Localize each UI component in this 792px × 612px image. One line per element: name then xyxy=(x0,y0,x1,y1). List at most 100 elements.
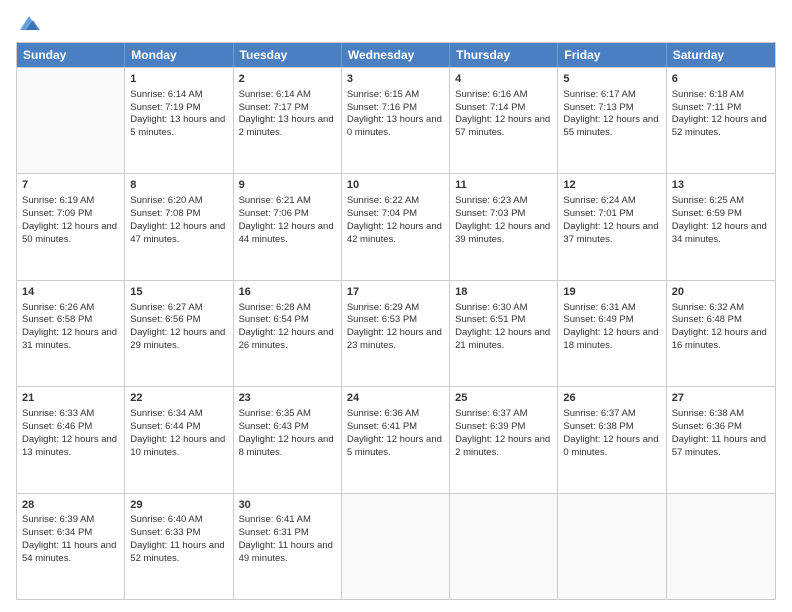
sunset-text: Sunset: 6:44 PM xyxy=(130,421,227,434)
sunrise-text: Sunrise: 6:32 AM xyxy=(672,302,770,315)
header-cell-sunday: Sunday xyxy=(17,43,125,67)
empty-cell xyxy=(558,494,666,599)
day-number: 11 xyxy=(455,178,552,193)
day-cell-21: 21Sunrise: 6:33 AMSunset: 6:46 PMDayligh… xyxy=(17,387,125,492)
day-cell-3: 3Sunrise: 6:15 AMSunset: 7:16 PMDaylight… xyxy=(342,68,450,173)
sunrise-text: Sunrise: 6:21 AM xyxy=(239,195,336,208)
day-cell-11: 11Sunrise: 6:23 AMSunset: 7:03 PMDayligh… xyxy=(450,174,558,279)
day-number: 20 xyxy=(672,285,770,300)
sunset-text: Sunset: 7:04 PM xyxy=(347,208,444,221)
empty-cell xyxy=(667,494,775,599)
daylight-text: Daylight: 12 hours and 23 minutes. xyxy=(347,327,444,353)
day-cell-24: 24Sunrise: 6:36 AMSunset: 6:41 PMDayligh… xyxy=(342,387,450,492)
calendar-header: SundayMondayTuesdayWednesdayThursdayFrid… xyxy=(17,43,775,67)
sunrise-text: Sunrise: 6:15 AM xyxy=(347,89,444,102)
sunrise-text: Sunrise: 6:30 AM xyxy=(455,302,552,315)
day-number: 10 xyxy=(347,178,444,193)
daylight-text: Daylight: 12 hours and 52 minutes. xyxy=(672,114,770,140)
sunrise-text: Sunrise: 6:22 AM xyxy=(347,195,444,208)
daylight-text: Daylight: 12 hours and 13 minutes. xyxy=(22,434,119,460)
daylight-text: Daylight: 11 hours and 49 minutes. xyxy=(239,540,336,566)
daylight-text: Daylight: 13 hours and 0 minutes. xyxy=(347,114,444,140)
daylight-text: Daylight: 12 hours and 34 minutes. xyxy=(672,221,770,247)
day-number: 18 xyxy=(455,285,552,300)
day-number: 12 xyxy=(563,178,660,193)
sunset-text: Sunset: 7:09 PM xyxy=(22,208,119,221)
sunset-text: Sunset: 7:03 PM xyxy=(455,208,552,221)
sunrise-text: Sunrise: 6:39 AM xyxy=(22,514,119,527)
sunset-text: Sunset: 7:14 PM xyxy=(455,102,552,115)
header-cell-friday: Friday xyxy=(558,43,666,67)
sunset-text: Sunset: 7:16 PM xyxy=(347,102,444,115)
day-number: 30 xyxy=(239,498,336,513)
day-number: 25 xyxy=(455,391,552,406)
sunrise-text: Sunrise: 6:38 AM xyxy=(672,408,770,421)
sunset-text: Sunset: 6:48 PM xyxy=(672,314,770,327)
day-number: 4 xyxy=(455,72,552,87)
sunrise-text: Sunrise: 6:25 AM xyxy=(672,195,770,208)
day-cell-8: 8Sunrise: 6:20 AMSunset: 7:08 PMDaylight… xyxy=(125,174,233,279)
empty-cell xyxy=(450,494,558,599)
day-cell-29: 29Sunrise: 6:40 AMSunset: 6:33 PMDayligh… xyxy=(125,494,233,599)
sunset-text: Sunset: 7:13 PM xyxy=(563,102,660,115)
sunset-text: Sunset: 6:41 PM xyxy=(347,421,444,434)
sunrise-text: Sunrise: 6:29 AM xyxy=(347,302,444,315)
sunrise-text: Sunrise: 6:41 AM xyxy=(239,514,336,527)
sunrise-text: Sunrise: 6:19 AM xyxy=(22,195,119,208)
day-cell-5: 5Sunrise: 6:17 AMSunset: 7:13 PMDaylight… xyxy=(558,68,666,173)
sunrise-text: Sunrise: 6:40 AM xyxy=(130,514,227,527)
sunset-text: Sunset: 6:51 PM xyxy=(455,314,552,327)
daylight-text: Daylight: 12 hours and 44 minutes. xyxy=(239,221,336,247)
day-number: 17 xyxy=(347,285,444,300)
day-cell-10: 10 Sunrise: 6:22 AMSunset: 7:04 PMDayligh… xyxy=(342,174,450,279)
daylight-text: Daylight: 12 hours and 26 minutes. xyxy=(239,327,336,353)
week-row-2: 7Sunrise: 6:19 AMSunset: 7:09 PMDaylight… xyxy=(17,173,775,279)
day-cell-13: 13Sunrise: 6:25 AMSunset: 6:59 PMDayligh… xyxy=(667,174,775,279)
daylight-text: Daylight: 12 hours and 29 minutes. xyxy=(130,327,227,353)
calendar: SundayMondayTuesdayWednesdayThursdayFrid… xyxy=(16,42,776,600)
daylight-text: Daylight: 12 hours and 42 minutes. xyxy=(347,221,444,247)
header-cell-saturday: Saturday xyxy=(667,43,775,67)
day-cell-4: 4Sunrise: 6:16 AMSunset: 7:14 PMDaylight… xyxy=(450,68,558,173)
sunset-text: Sunset: 7:17 PM xyxy=(239,102,336,115)
day-cell-16: 16Sunrise: 6:28 AMSunset: 6:54 PMDayligh… xyxy=(234,281,342,386)
header-cell-wednesday: Wednesday xyxy=(342,43,450,67)
sunrise-text: Sunrise: 6:17 AM xyxy=(563,89,660,102)
day-number: 22 xyxy=(130,391,227,406)
day-number: 26 xyxy=(563,391,660,406)
sunset-text: Sunset: 6:33 PM xyxy=(130,527,227,540)
day-cell-2: 2Sunrise: 6:14 AMSunset: 7:17 PMDaylight… xyxy=(234,68,342,173)
day-cell-30: 30Sunrise: 6:41 AMSunset: 6:31 PMDayligh… xyxy=(234,494,342,599)
sunset-text: Sunset: 7:19 PM xyxy=(130,102,227,115)
daylight-text: Daylight: 11 hours and 54 minutes. xyxy=(22,540,119,566)
daylight-text: Daylight: 12 hours and 50 minutes. xyxy=(22,221,119,247)
sunset-text: Sunset: 6:54 PM xyxy=(239,314,336,327)
day-number: 6 xyxy=(672,72,770,87)
daylight-text: Daylight: 12 hours and 47 minutes. xyxy=(130,221,227,247)
sunrise-text: Sunrise: 6:20 AM xyxy=(130,195,227,208)
page: SundayMondayTuesdayWednesdayThursdayFrid… xyxy=(0,0,792,612)
sunset-text: Sunset: 7:06 PM xyxy=(239,208,336,221)
logo xyxy=(16,12,40,34)
week-row-3: 14Sunrise: 6:26 AMSunset: 6:58 PMDayligh… xyxy=(17,280,775,386)
day-number: 7 xyxy=(22,178,119,193)
sunset-text: Sunset: 6:43 PM xyxy=(239,421,336,434)
sunset-text: Sunset: 6:56 PM xyxy=(130,314,227,327)
day-number: 8 xyxy=(130,178,227,193)
sunrise-text: Sunrise: 6:16 AM xyxy=(455,89,552,102)
sunrise-text: Sunrise: 6:34 AM xyxy=(130,408,227,421)
daylight-text: Daylight: 11 hours and 57 minutes. xyxy=(672,434,770,460)
sunrise-text: Sunrise: 6:27 AM xyxy=(130,302,227,315)
daylight-text: Daylight: 12 hours and 21 minutes. xyxy=(455,327,552,353)
day-cell-14: 14Sunrise: 6:26 AMSunset: 6:58 PMDayligh… xyxy=(17,281,125,386)
daylight-text: Daylight: 12 hours and 31 minutes. xyxy=(22,327,119,353)
daylight-text: Daylight: 13 hours and 2 minutes. xyxy=(239,114,336,140)
day-cell-26: 26Sunrise: 6:37 AMSunset: 6:38 PMDayligh… xyxy=(558,387,666,492)
header-cell-tuesday: Tuesday xyxy=(234,43,342,67)
day-cell-12: 12Sunrise: 6:24 AMSunset: 7:01 PMDayligh… xyxy=(558,174,666,279)
sunset-text: Sunset: 6:36 PM xyxy=(672,421,770,434)
sunrise-text: Sunrise: 6:31 AM xyxy=(563,302,660,315)
daylight-text: Daylight: 12 hours and 39 minutes. xyxy=(455,221,552,247)
day-cell-27: 27Sunrise: 6:38 AMSunset: 6:36 PMDayligh… xyxy=(667,387,775,492)
day-cell-22: 22Sunrise: 6:34 AMSunset: 6:44 PMDayligh… xyxy=(125,387,233,492)
